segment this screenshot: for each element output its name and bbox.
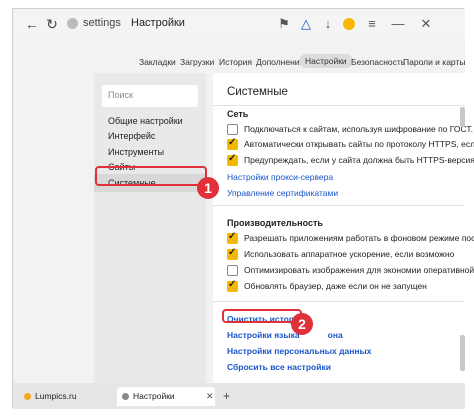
highlight-clear-history [222,309,302,323]
link-language-text: Настройки языка [227,330,300,340]
menu-icon[interactable]: ≡ [365,15,379,33]
scrollbar-top[interactable] [460,107,465,127]
option-gost-label: Подключаться к сайтам, используя шифрова… [244,124,474,134]
bookmark-icon[interactable]: ⚑ [277,15,291,33]
scrollbar-thumb[interactable] [460,335,465,371]
checkbox-background[interactable] [227,231,238,244]
network-divider [213,205,465,206]
tab-security[interactable]: Безопасность [351,57,405,67]
checkbox-hw-accel[interactable] [227,247,238,260]
performance-divider [213,301,465,302]
sidebar-item-interface[interactable]: Интерфейс [108,131,155,141]
option-hw-accel-label: Использовать аппаратное ускорение, если … [244,249,455,259]
step-badge-1: 1 [197,177,219,199]
link-reset-settings[interactable]: Сбросить все настройки [227,362,331,372]
address-bar: ← ↻ settings Настройки ⚑ △ ↓ ≡ — ✕ [13,9,465,39]
highlight-system [95,166,207,186]
address-host[interactable]: settings [83,17,121,29]
option-https-warn-label: Предупреждать, если у сайта должна быть … [244,155,474,165]
option-optimize-images-label: Оптимизировать изображения для экономии … [244,265,474,275]
link-certificates[interactable]: Управление сертификатами [227,188,338,198]
checkbox-https-warn[interactable] [227,153,238,166]
link-language-tail: она [327,330,343,340]
settings-sidebar: Поиск Общие настройки Интерфейс Инструме… [94,73,206,383]
tab-strip: Lumpics.ru Настройки ✕ + [13,383,465,409]
site-info-icon[interactable] [67,18,78,29]
new-tab-icon[interactable]: + [223,389,230,403]
search-input[interactable]: Поиск [102,85,198,107]
close-icon[interactable]: ✕ [419,15,433,33]
sidebar-item-general[interactable]: Общие настройки [108,116,183,126]
section-performance-heading: Производительность [227,218,323,228]
section-network-heading: Сеть [227,109,249,119]
link-personal-data[interactable]: Настройки персональных данных [227,346,372,356]
close-tab-icon[interactable]: ✕ [206,391,214,402]
browser-window: ← ↻ settings Настройки ⚑ △ ↓ ≡ — ✕ Закла… [12,8,474,409]
browser-tab-settings[interactable]: Настройки [117,387,215,406]
address-page-title[interactable]: Настройки [131,17,185,29]
tab-history[interactable]: История [219,57,252,67]
option-background-label: Разрешать приложениям работать в фоновом… [244,233,474,243]
link-proxy-settings[interactable]: Настройки прокси-сервера [227,172,333,182]
page-title: Системные [227,86,288,98]
checkbox-auto-update[interactable] [227,279,238,292]
browser-tab-lumpics[interactable]: Lumpics.ru [19,387,111,406]
tab-bookmarks[interactable]: Закладки [139,57,176,67]
tab-settings[interactable]: Настройки [299,54,353,68]
checkbox-gost[interactable] [227,124,238,135]
step-badge-2: 2 [291,313,313,335]
browser-tab-settings-label: Настройки [133,391,175,401]
settings-content: Системные Сеть Подключаться к сайтам, ис… [213,73,474,383]
checkbox-optimize-images[interactable] [227,265,238,276]
link-language-settings[interactable]: Настройки языка она [227,330,343,340]
minimize-icon[interactable]: — [391,15,405,33]
settings-gear-icon [122,393,129,400]
sidebar-item-tools[interactable]: Инструменты [108,147,164,157]
option-auto-update-label: Обновлять браузер, даже если он не запущ… [244,281,427,291]
tab-downloads[interactable]: Загрузки [180,57,214,67]
option-https-auto-label: Автоматически открывать сайты по протоко… [244,139,474,149]
tab-passwords[interactable]: Пароли и карты [403,57,465,67]
browser-tab-lumpics-label: Lumpics.ru [35,391,77,401]
tab-extensions[interactable]: Дополнения [256,57,304,67]
refresh-icon[interactable]: ↻ [43,15,61,33]
arrow-left-icon[interactable]: ← [23,15,41,33]
title-divider [213,105,465,106]
download-icon[interactable]: ↓ [321,15,335,33]
lumpics-favicon-icon [24,393,31,400]
voice-assistant-icon[interactable]: △ [299,15,313,33]
checkbox-https-auto[interactable] [227,137,238,150]
notification-icon[interactable] [343,18,355,30]
